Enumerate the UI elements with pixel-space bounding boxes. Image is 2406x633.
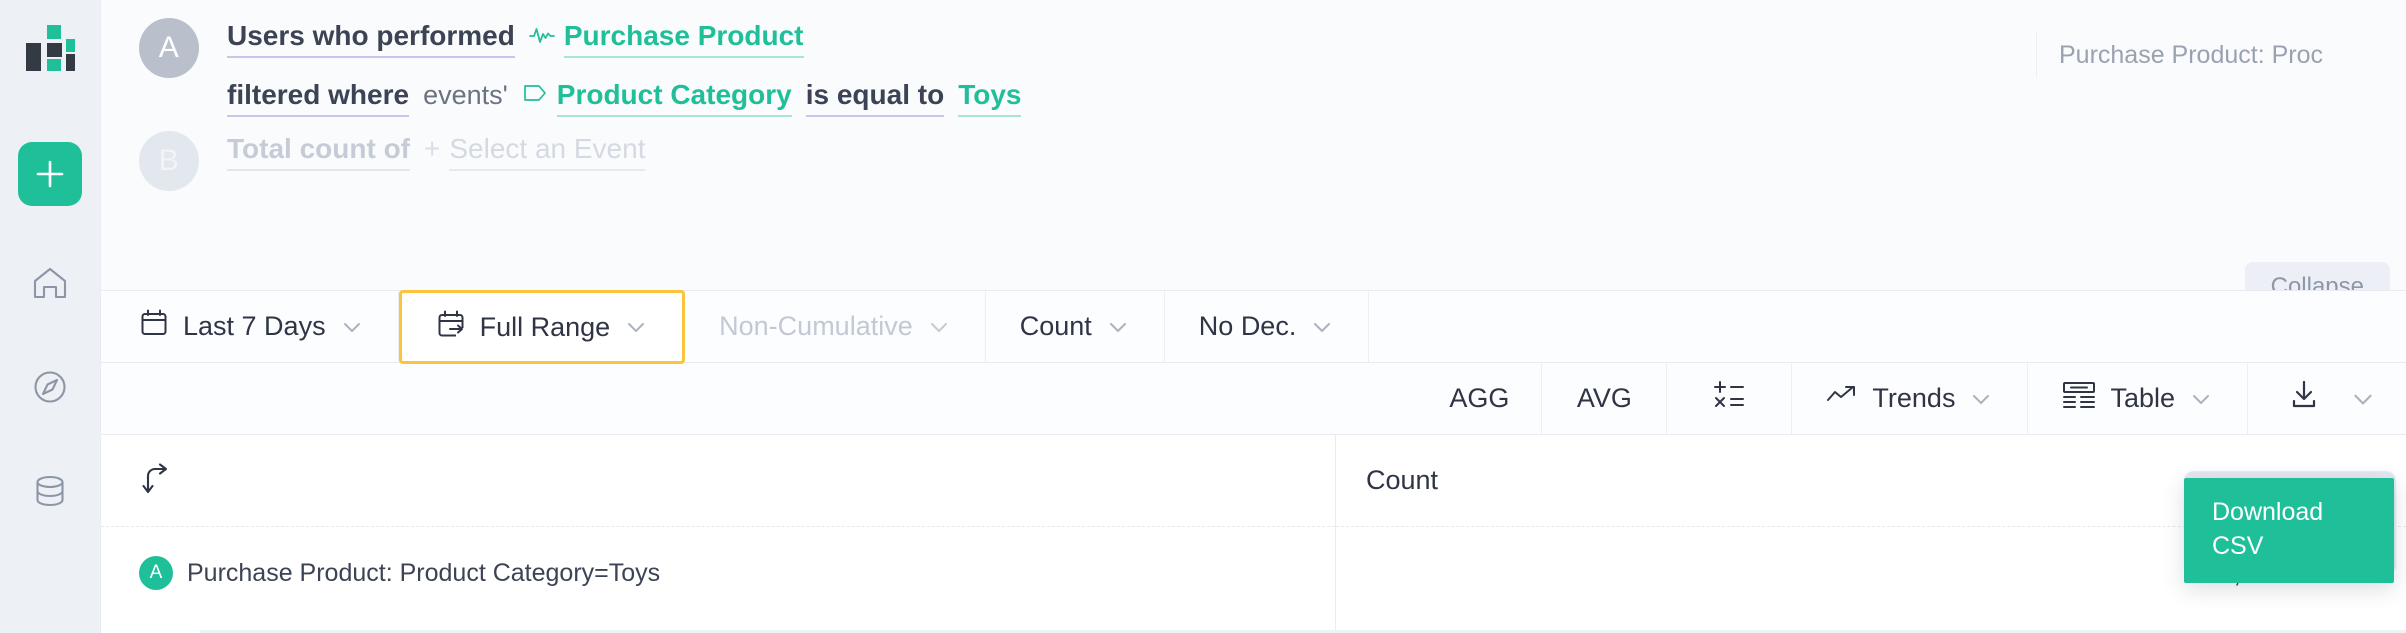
calendar-arrow-icon (436, 309, 466, 346)
explore-button[interactable] (23, 360, 77, 414)
agg-button[interactable]: AGG (1417, 363, 1543, 434)
row-badge: A (139, 556, 173, 590)
trend-up-icon (1826, 383, 1858, 414)
decimal-selector[interactable]: No Dec. (1165, 291, 1370, 362)
range-mode-selector[interactable]: Full Range (398, 290, 686, 364)
download-csv-line-1: Download (2212, 498, 2324, 526)
filter-verb-token[interactable]: filtered where (227, 81, 410, 117)
compass-icon (34, 371, 66, 403)
calculator-icon (1712, 379, 1746, 418)
download-csv-tooltip[interactable]: Download CSV (2184, 478, 2394, 583)
pulse-icon (528, 25, 555, 49)
table-row[interactable]: A Purchase Product: Product Category=Toy… (101, 527, 1335, 619)
step-a-line-1: Users who performed Purchase Product (227, 22, 1021, 58)
step-b-body: Total count of + Select an Event (227, 131, 646, 171)
filter-operator-token[interactable]: is equal to (805, 81, 945, 117)
tag-icon (522, 82, 548, 108)
data-button[interactable] (23, 464, 77, 518)
mixpanel-logo[interactable] (22, 22, 78, 74)
step-badge-a: A (139, 18, 199, 78)
step-b-line-1: Total count of + Select an Event (227, 133, 646, 171)
chevron-down-icon (927, 315, 951, 339)
table-icon (2062, 381, 2096, 416)
range-mode-label: Full Range (479, 311, 611, 342)
decimal-label: No Dec. (1198, 311, 1297, 341)
chevron-down-icon (624, 315, 648, 339)
date-range-selector[interactable]: Last 7 Days (101, 291, 399, 362)
primary-toolbar: Last 7 Days Full Range Non-Cumulative Co… (100, 290, 2406, 364)
query-step-b: B Total count of + Select an Event (101, 131, 2406, 191)
cumulative-selector[interactable]: Non-Cumulative (685, 291, 986, 362)
home-icon (33, 267, 67, 299)
event-name-token[interactable]: Purchase Product (563, 22, 804, 58)
row-label: Purchase Product: Product Category=Toys (187, 558, 661, 587)
table-header-cell (101, 435, 1335, 527)
series-label: Purchase Product: Proc (2036, 32, 2406, 78)
filter-property-token[interactable]: Product Category (556, 81, 792, 117)
branch-arrow-icon[interactable] (139, 458, 175, 503)
chevron-down-icon (1106, 315, 1130, 339)
cumulative-label: Non-Cumulative (719, 311, 913, 341)
filter-value-token[interactable]: Toys (958, 81, 1022, 117)
date-range-label: Last 7 Days (183, 311, 326, 341)
download-icon (2288, 379, 2320, 418)
home-button[interactable] (23, 256, 77, 310)
results-table: A Purchase Product: Product Category=Toy… (100, 434, 2406, 633)
select-event-placeholder[interactable]: Select an Event (449, 135, 646, 171)
trends-label: Trends (1872, 383, 1956, 413)
measure-label: Count (1019, 311, 1092, 341)
chevron-down-icon (1969, 387, 1993, 411)
add-event-plus-icon: + (424, 133, 441, 164)
avg-label: AVG (1576, 383, 1632, 413)
filter-scope-label: events' (423, 80, 508, 110)
download-csv-line-2: CSV (2212, 531, 2264, 560)
chevron-down-icon (340, 315, 364, 339)
chevron-down-icon (2189, 387, 2213, 411)
trends-selector[interactable]: Trends (1792, 363, 2029, 434)
avg-button[interactable]: AVG (1542, 363, 1668, 434)
app-root: Purchase Product: Proc A Users who perfo… (0, 0, 2406, 633)
export-button[interactable] (2248, 363, 2406, 434)
step-a-body: Users who performed Purchase Product fil… (227, 18, 1022, 117)
database-icon (36, 475, 64, 507)
add-button[interactable] (18, 142, 82, 206)
calendar-icon (139, 308, 169, 345)
query-builder: Purchase Product: Proc A Users who perfo… (100, 0, 2406, 314)
main-panel: Purchase Product: Proc A Users who perfo… (100, 0, 2406, 633)
secondary-toolbar: AGG AVG Trends Table (100, 362, 2406, 434)
metric-token[interactable]: Total count of (227, 135, 410, 171)
column-header-count: Count (1366, 465, 1439, 495)
table-label: Table (2110, 383, 2175, 413)
event-verb-token[interactable]: Users who performed (227, 22, 515, 58)
chevron-down-icon (1310, 315, 1334, 339)
step-a-line-2: filtered where events' Product Category (227, 80, 1022, 117)
chevron-down-icon[interactable] (2350, 386, 2376, 412)
table-selector[interactable]: Table (2028, 363, 2248, 434)
plus-icon (36, 160, 64, 188)
table-column-labels: A Purchase Product: Product Category=Toy… (101, 435, 1336, 633)
left-sidebar (0, 0, 100, 633)
formula-button[interactable] (1667, 363, 1793, 434)
measure-selector[interactable]: Count (986, 291, 1165, 362)
agg-label: AGG (1449, 383, 1510, 413)
step-badge-b: B (139, 131, 199, 191)
